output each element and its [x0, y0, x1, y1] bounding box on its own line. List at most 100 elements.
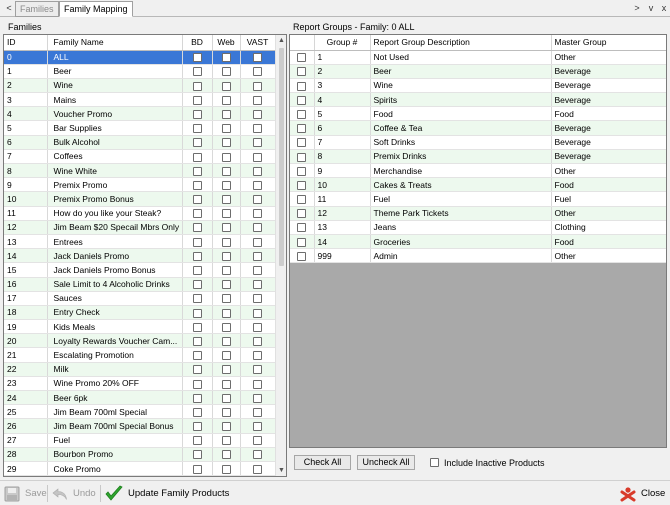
- web-cell[interactable]: [212, 362, 241, 377]
- report-groups-grid[interactable]: Group # Report Group Description Master …: [289, 34, 667, 448]
- vast-checkbox[interactable]: [253, 138, 262, 148]
- bd-checkbox[interactable]: [192, 450, 202, 460]
- update-family-products-button[interactable]: Update Family Products: [104, 485, 229, 502]
- report-group-row[interactable]: 999 Admin Other: [290, 248, 666, 264]
- report-group-row[interactable]: 9 Merchandise Other: [290, 163, 666, 179]
- include-inactive-checkbox[interactable]: [430, 458, 439, 467]
- bd-cell[interactable]: [182, 135, 213, 150]
- family-row[interactable]: 18 Entry Check: [4, 305, 276, 321]
- report-group-select-cell[interactable]: [290, 64, 315, 79]
- vast-checkbox[interactable]: [253, 322, 262, 332]
- web-checkbox[interactable]: [221, 336, 231, 346]
- family-row[interactable]: 29 Coke Promo: [4, 461, 276, 476]
- report-group-row[interactable]: 7 Soft Drinks Beverage: [290, 135, 666, 150]
- report-group-select-checkbox[interactable]: [297, 237, 307, 247]
- undo-button[interactable]: Undo: [51, 485, 96, 502]
- bd-checkbox[interactable]: [192, 124, 202, 134]
- bd-checkbox[interactable]: [192, 422, 202, 432]
- vast-cell[interactable]: [240, 291, 276, 306]
- vast-checkbox[interactable]: [253, 266, 262, 276]
- vast-cell[interactable]: [240, 461, 276, 476]
- report-group-select-checkbox[interactable]: [297, 124, 307, 134]
- report-group-select-cell[interactable]: [290, 50, 315, 65]
- family-row[interactable]: 15 Jack Daniels Promo Bonus: [4, 262, 276, 278]
- web-cell[interactable]: [212, 163, 241, 179]
- report-group-row[interactable]: 5 Food Food: [290, 106, 666, 122]
- bd-cell[interactable]: [182, 206, 213, 221]
- bd-cell[interactable]: [182, 404, 213, 420]
- web-checkbox[interactable]: [221, 266, 231, 276]
- web-cell[interactable]: [212, 120, 241, 136]
- bd-checkbox[interactable]: [192, 180, 202, 190]
- web-cell[interactable]: [212, 347, 241, 363]
- vast-cell[interactable]: [240, 390, 276, 406]
- scroll-down-icon[interactable]: ▼: [276, 465, 286, 476]
- column-header-id[interactable]: ID: [4, 35, 48, 51]
- vast-cell[interactable]: [240, 376, 276, 392]
- bd-checkbox[interactable]: [192, 322, 202, 332]
- report-group-select-cell[interactable]: [290, 234, 315, 250]
- bd-checkbox[interactable]: [192, 393, 202, 403]
- uncheck-all-button[interactable]: Uncheck All: [357, 455, 415, 470]
- bd-cell[interactable]: [182, 333, 213, 349]
- web-checkbox[interactable]: [221, 308, 231, 318]
- family-row[interactable]: 10 Premix Promo Bonus: [4, 191, 276, 207]
- bd-checkbox[interactable]: [192, 195, 202, 205]
- vast-checkbox[interactable]: [253, 124, 262, 134]
- column-header-description[interactable]: Report Group Description: [370, 35, 552, 51]
- vast-cell[interactable]: [240, 277, 276, 292]
- report-group-select-cell[interactable]: [290, 163, 315, 179]
- bd-checkbox[interactable]: [192, 308, 202, 318]
- family-row[interactable]: 9 Premix Promo: [4, 177, 276, 193]
- family-row[interactable]: 7 Coffees: [4, 149, 276, 165]
- bd-cell[interactable]: [182, 362, 213, 377]
- bd-checkbox[interactable]: [192, 109, 202, 119]
- bd-cell[interactable]: [182, 376, 213, 392]
- family-row[interactable]: 27 Fuel: [4, 433, 276, 448]
- bd-cell[interactable]: [182, 319, 213, 335]
- family-row[interactable]: 28 Bourbon Promo: [4, 447, 276, 462]
- web-cell[interactable]: [212, 333, 241, 349]
- report-group-row[interactable]: 6 Coffee & Tea Beverage: [290, 120, 666, 136]
- web-checkbox[interactable]: [221, 322, 231, 332]
- web-checkbox[interactable]: [221, 67, 231, 77]
- web-cell[interactable]: [212, 234, 241, 250]
- web-cell[interactable]: [212, 64, 241, 79]
- family-row[interactable]: 0 ALL: [4, 50, 276, 65]
- family-row[interactable]: 5 Bar Supplies: [4, 120, 276, 136]
- web-cell[interactable]: [212, 206, 241, 221]
- tab-close-icon[interactable]: x: [658, 2, 670, 15]
- web-checkbox[interactable]: [221, 351, 231, 361]
- web-cell[interactable]: [212, 461, 241, 476]
- web-cell[interactable]: [212, 262, 241, 278]
- family-row[interactable]: 19 Kids Meals: [4, 319, 276, 335]
- vast-checkbox[interactable]: [253, 237, 262, 247]
- bd-checkbox[interactable]: [192, 67, 202, 77]
- vast-checkbox[interactable]: [253, 195, 262, 205]
- report-group-select-checkbox[interactable]: [297, 251, 307, 261]
- vast-checkbox[interactable]: [253, 152, 262, 162]
- report-group-select-checkbox[interactable]: [297, 138, 307, 148]
- report-group-row[interactable]: 12 Theme Park Tickets Other: [290, 206, 666, 221]
- web-cell[interactable]: [212, 50, 241, 65]
- vast-checkbox[interactable]: [253, 166, 262, 176]
- vast-checkbox[interactable]: [253, 308, 262, 318]
- web-cell[interactable]: [212, 78, 241, 94]
- bd-checkbox[interactable]: [192, 223, 202, 233]
- report-group-select-cell[interactable]: [290, 206, 315, 221]
- bd-cell[interactable]: [182, 305, 213, 321]
- web-cell[interactable]: [212, 135, 241, 150]
- web-checkbox[interactable]: [221, 109, 231, 119]
- bd-cell[interactable]: [182, 390, 213, 406]
- report-group-row[interactable]: 13 Jeans Clothing: [290, 220, 666, 235]
- vast-cell[interactable]: [240, 92, 276, 108]
- web-checkbox[interactable]: [221, 436, 231, 446]
- web-checkbox[interactable]: [221, 393, 231, 403]
- column-header-master-group[interactable]: Master Group: [551, 35, 666, 51]
- report-group-row[interactable]: 1 Not Used Other: [290, 50, 666, 65]
- web-checkbox[interactable]: [221, 379, 231, 389]
- vast-checkbox[interactable]: [253, 379, 262, 389]
- report-group-select-checkbox[interactable]: [297, 95, 307, 105]
- bd-cell[interactable]: [182, 418, 213, 434]
- web-checkbox[interactable]: [221, 365, 231, 375]
